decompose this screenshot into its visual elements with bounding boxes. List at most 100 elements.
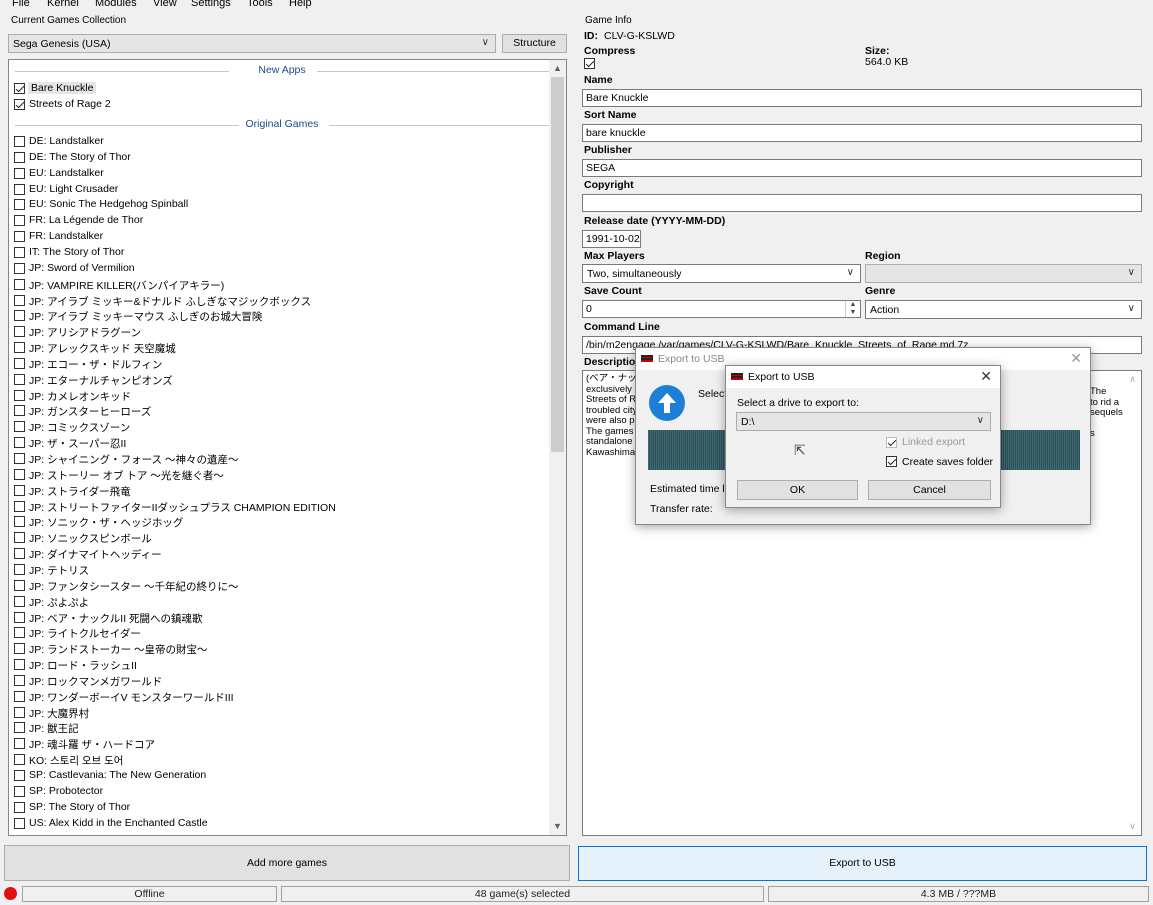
add-games-button[interactable]: Add more games xyxy=(4,845,570,881)
id-value: CLV-G-KSLWD xyxy=(604,30,675,42)
ok-button[interactable]: OK xyxy=(737,480,858,500)
game-checkbox[interactable] xyxy=(14,294,25,306)
status-size: 4.3 MB / ???MB xyxy=(768,886,1149,902)
game-checkbox[interactable] xyxy=(14,310,25,322)
game-checkbox[interactable] xyxy=(14,738,25,750)
game-checkbox[interactable] xyxy=(14,373,25,385)
transfer-rate-label: Transfer rate: xyxy=(650,503,713,515)
game-checkbox[interactable] xyxy=(14,453,25,464)
game-checkbox[interactable] xyxy=(14,468,25,480)
collection-select[interactable]: Sega Genesis (USA) ∨ xyxy=(8,34,496,53)
chevron-down-icon[interactable]: ▼ xyxy=(549,818,566,835)
game-label: JP: 大魔界村 xyxy=(29,707,90,720)
description-scrollbar[interactable]: ∧ ∨ xyxy=(1124,371,1141,835)
spinner-icon[interactable]: ▲ ▼ xyxy=(845,301,860,317)
game-checkbox[interactable] xyxy=(14,278,25,290)
game-label: SP: Probotector xyxy=(29,784,104,797)
genre-select[interactable]: Action ∨ xyxy=(865,300,1142,319)
game-checkbox[interactable] xyxy=(14,183,25,195)
export-usb-button[interactable]: Export to USB xyxy=(578,846,1147,881)
game-checkbox[interactable] xyxy=(14,246,25,258)
menu-tools[interactable]: Tools xyxy=(247,0,273,9)
game-checkbox[interactable] xyxy=(14,262,25,274)
chevron-up-icon[interactable]: ▲ xyxy=(549,60,566,77)
game-checkbox[interactable] xyxy=(14,532,25,544)
create-saves-checkbox[interactable] xyxy=(881,454,901,470)
game-checkbox[interactable] xyxy=(14,563,25,575)
game-checkbox[interactable] xyxy=(14,99,25,110)
game-checkbox[interactable] xyxy=(14,484,25,496)
game-checkbox[interactable] xyxy=(14,659,25,671)
max-players-select[interactable]: Two, simultaneously ∨ xyxy=(582,264,861,283)
game-checkbox[interactable] xyxy=(14,595,25,607)
linked-export-label: Linked export xyxy=(902,436,966,448)
game-checkbox[interactable] xyxy=(14,674,25,686)
close-icon[interactable]: ✕ xyxy=(1070,350,1082,367)
game-checkbox[interactable] xyxy=(14,326,25,338)
game-checkbox[interactable] xyxy=(14,151,25,163)
game-label: EU: Sonic The Hedgehog Spinball xyxy=(29,198,189,211)
game-checkbox[interactable] xyxy=(14,722,25,734)
region-select[interactable]: ∨ xyxy=(865,264,1142,283)
cancel-button[interactable]: Cancel xyxy=(868,480,991,500)
game-checkbox[interactable] xyxy=(14,167,25,179)
game-label: JP: ファンタシースター 〜千年紀の終りに〜 xyxy=(29,580,239,593)
publisher-label: Publisher xyxy=(584,144,632,156)
game-label: JP: ストライダー飛竜 xyxy=(29,485,131,498)
game-checkbox[interactable] xyxy=(14,215,25,227)
close-icon[interactable]: ✕ xyxy=(980,368,992,385)
drive-select[interactable]: D:\ ∨ xyxy=(736,412,991,431)
game-checkbox[interactable] xyxy=(14,500,25,512)
game-checkbox[interactable] xyxy=(14,548,25,560)
game-checkbox[interactable] xyxy=(14,754,25,766)
menu-help[interactable]: Help xyxy=(289,0,312,9)
game-checkbox[interactable] xyxy=(14,627,25,639)
game-checkbox[interactable] xyxy=(14,83,25,94)
game-label: JP: ロックマンメガワールド xyxy=(29,675,163,688)
game-checkbox[interactable] xyxy=(14,770,25,781)
menu-kernel[interactable]: Kernel xyxy=(47,0,79,9)
game-label: JP: アリシアドラグーン xyxy=(29,327,142,340)
export-drive-dialog: Export to USB ✕ Select a drive to export… xyxy=(725,365,1001,508)
game-checkbox[interactable] xyxy=(14,136,25,147)
game-checkbox[interactable] xyxy=(14,690,25,702)
game-checkbox[interactable] xyxy=(14,342,25,354)
compress-checkbox[interactable] xyxy=(579,56,599,72)
menu-view[interactable]: View xyxy=(153,0,177,9)
structure-button[interactable]: Structure xyxy=(502,34,567,53)
sort-name-input[interactable]: bare knuckle xyxy=(582,124,1142,142)
game-checkbox[interactable] xyxy=(14,785,25,797)
game-checkbox[interactable] xyxy=(14,421,25,433)
linked-export-checkbox[interactable] xyxy=(881,435,901,451)
game-checkbox[interactable] xyxy=(14,516,25,528)
copyright-input[interactable] xyxy=(582,194,1142,212)
chevron-down-icon[interactable]: ∨ xyxy=(1124,821,1141,832)
game-checkbox[interactable] xyxy=(14,611,25,623)
release-date-input[interactable]: 1991-10-02 xyxy=(582,230,641,248)
game-checkbox[interactable] xyxy=(14,405,25,417)
publisher-input[interactable]: SEGA xyxy=(582,159,1142,177)
collection-group-label: Current Games Collection xyxy=(11,15,127,26)
game-checkbox[interactable] xyxy=(14,706,25,718)
name-input[interactable]: Bare Knuckle xyxy=(582,89,1142,107)
game-label: JP: エターナルチャンピオンズ xyxy=(29,374,173,387)
game-checkbox[interactable] xyxy=(14,389,25,401)
menu-modules[interactable]: Modules xyxy=(95,0,137,9)
list-scrollbar[interactable]: ▲ ▼ xyxy=(549,60,566,835)
game-checkbox[interactable] xyxy=(14,231,25,243)
chevron-up-icon[interactable]: ∧ xyxy=(1124,374,1141,385)
menu-file[interactable]: File xyxy=(12,0,30,9)
game-checkbox[interactable] xyxy=(14,437,25,449)
game-checkbox[interactable] xyxy=(14,579,25,591)
game-checkbox[interactable] xyxy=(14,643,25,655)
save-count-input[interactable]: 0 ▲ ▼ xyxy=(582,300,861,318)
game-label: FR: La Légende de Thor xyxy=(29,214,144,227)
game-checkbox[interactable] xyxy=(14,199,25,211)
game-list[interactable]: New Apps Bare Knuckle Streets of Rage 2 O… xyxy=(8,59,567,836)
game-checkbox[interactable] xyxy=(14,357,25,369)
menu-settings[interactable]: Settings xyxy=(191,0,231,9)
status-offline: Offline xyxy=(22,886,277,902)
game-checkbox[interactable] xyxy=(14,817,25,829)
game-checkbox[interactable] xyxy=(14,801,25,813)
scroll-thumb[interactable] xyxy=(551,77,564,452)
